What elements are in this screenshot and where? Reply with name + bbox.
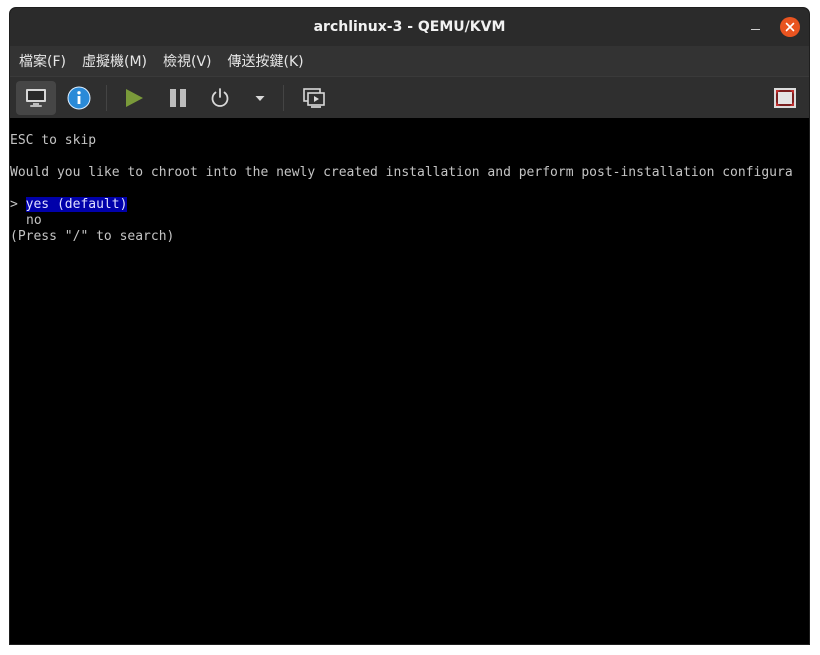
menu-virtual-machine[interactable]: 虛擬機(M) — [82, 51, 147, 71]
minimize-icon — [750, 28, 760, 30]
shutdown-dropdown[interactable] — [246, 81, 274, 115]
vm-display[interactable]: ESC to skip Would you like to chroot int… — [10, 118, 809, 644]
menu-file[interactable]: 檔案(F) — [19, 51, 66, 71]
chevron-down-icon — [255, 96, 265, 101]
menu-bar: 檔案(F) 虛擬機(M) 檢視(V) 傳送按鍵(K) — [10, 46, 809, 76]
fullscreen-button[interactable] — [768, 81, 802, 115]
close-icon — [785, 22, 795, 32]
toolbar-separator — [106, 85, 107, 111]
run-button[interactable] — [117, 81, 151, 115]
option-yes-row: > yes (default) — [10, 197, 128, 213]
menu-send-key[interactable]: 傳送按鍵(K) — [228, 51, 304, 71]
pause-icon — [170, 89, 186, 107]
option-yes[interactable]: yes (default) — [25, 197, 128, 212]
vm-window: archlinux-3 - QEMU/KVM 檔案(F) 虛擬機(M) 檢視(V… — [9, 7, 810, 645]
option-no[interactable]: no — [26, 213, 42, 229]
play-icon — [126, 89, 143, 107]
console-button[interactable] — [16, 81, 56, 115]
toolbar — [10, 76, 809, 119]
details-button[interactable] — [60, 81, 98, 115]
power-icon — [211, 88, 229, 107]
search-hint: (Press "/" to search) — [10, 229, 175, 244]
pause-button[interactable] — [161, 81, 195, 115]
menu-view[interactable]: 檢視(V) — [163, 51, 212, 71]
selection-cursor: > — [10, 197, 18, 212]
close-button[interactable] — [780, 17, 800, 37]
chroot-question: Would you like to chroot into the newly … — [10, 165, 793, 180]
snapshot-icon — [303, 88, 325, 108]
snapshots-button[interactable] — [297, 81, 331, 115]
fullscreen-icon — [774, 88, 796, 108]
minimize-button[interactable] — [745, 17, 765, 37]
shutdown-button[interactable] — [203, 81, 237, 115]
info-icon — [67, 86, 91, 110]
console-icon — [26, 89, 46, 107]
title-bar[interactable]: archlinux-3 - QEMU/KVM — [10, 8, 809, 46]
esc-hint: ESC to skip — [10, 133, 97, 148]
toolbar-separator — [283, 85, 284, 111]
window-title: archlinux-3 - QEMU/KVM — [313, 19, 506, 35]
